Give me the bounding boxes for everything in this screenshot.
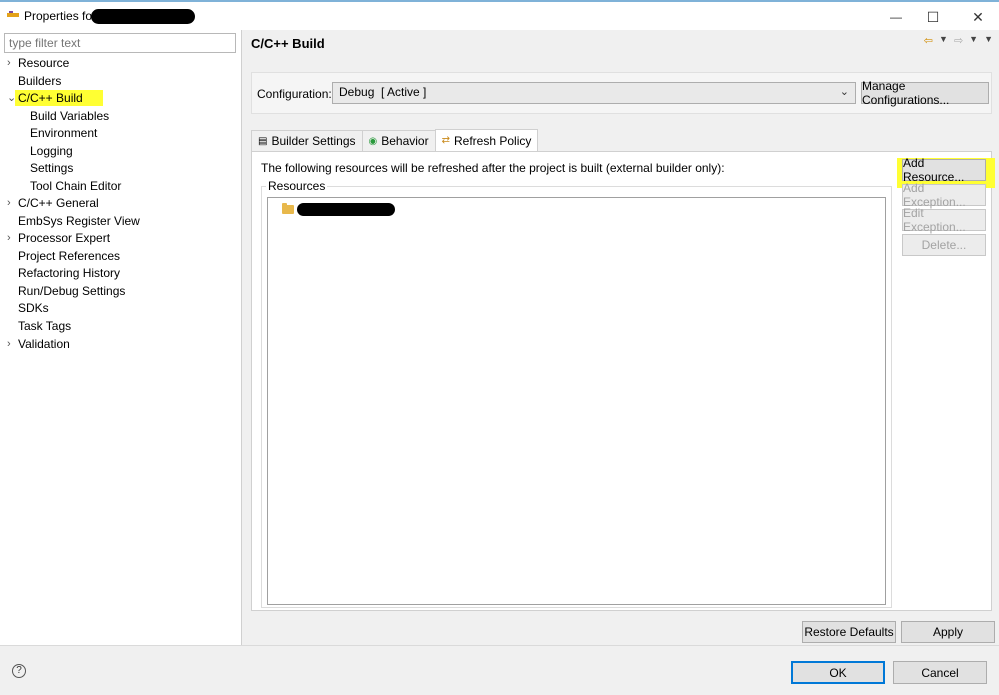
apply-button[interactable]: Apply [901, 621, 995, 643]
tab-builder-settings[interactable]: ▤ Builder Settings [251, 130, 363, 151]
add-exception-button[interactable]: Add Exception... [902, 181, 986, 209]
window-title: Properties for [24, 9, 97, 23]
redacted-project-name [91, 9, 195, 24]
configuration-select[interactable]: Debug [ Active ] ⌄ [332, 82, 856, 104]
tree-item-logging[interactable]: Logging [30, 143, 73, 160]
tree-item-run-debug-settings[interactable]: Run/Debug Settings [18, 283, 125, 300]
chevron-right-icon[interactable]: › [7, 230, 17, 247]
chevron-right-icon[interactable]: › [7, 195, 17, 212]
title-bar: Properties for — ☐ ✕ [0, 0, 999, 30]
tree-item-task-tags[interactable]: Task Tags [18, 318, 71, 335]
tree-item-embsys-register-view[interactable]: EmbSys Register View [18, 213, 140, 230]
forward-dropdown-icon[interactable]: ▼ [969, 34, 978, 47]
behavior-icon: ◉ [368, 135, 378, 147]
back-dropdown-icon[interactable]: ▼ [939, 34, 948, 47]
resources-label: Resources [266, 179, 328, 193]
forward-arrow-icon[interactable]: ⇨ [954, 34, 963, 47]
tree-item-validation[interactable]: › Validation [7, 336, 70, 353]
tree-item-cpp-general[interactable]: › C/C++ General [7, 195, 99, 212]
filter-input[interactable] [4, 33, 236, 53]
tree-item-sdks[interactable]: SDKs [18, 300, 49, 317]
edit-exception-button[interactable]: Edit Exception... [902, 206, 986, 234]
dialog-footer: ? OK Cancel [0, 645, 999, 695]
tree-item-cpp-build[interactable]: ⌄ C/C++ Build [7, 90, 103, 107]
minimize-button[interactable]: — [878, 6, 914, 28]
refresh-description: The following resources will be refreshe… [261, 161, 725, 175]
chevron-right-icon[interactable]: › [7, 55, 17, 72]
view-menu-icon[interactable]: ▼ [984, 34, 993, 47]
resources-list[interactable] [267, 197, 886, 605]
configuration-label: Configuration: [257, 87, 332, 101]
history-navigation: ⇦ ▼ ⇨ ▼ ▼ [924, 34, 993, 47]
list-item[interactable] [282, 203, 395, 216]
maximize-button[interactable]: ☐ [915, 6, 951, 28]
folder-icon [282, 203, 294, 214]
resources-group: Resources [261, 179, 892, 608]
tree-item-label-selected: C/C++ Build [15, 90, 103, 106]
refresh-policy-panel: The following resources will be refreshe… [251, 151, 995, 611]
delete-button[interactable]: Delete... [902, 234, 986, 256]
property-page: C/C++ Build ⇦ ▼ ⇨ ▼ ▼ Configuration: Deb… [243, 30, 999, 645]
tree-item-tool-chain-editor[interactable]: Tool Chain Editor [30, 178, 121, 195]
tree-item-settings[interactable]: Settings [30, 160, 73, 177]
ok-button[interactable]: OK [791, 661, 885, 684]
tab-behavior[interactable]: ◉ Behavior [361, 130, 436, 151]
manage-configurations-button[interactable]: Manage Configurations... [861, 79, 989, 107]
tree-item-resource[interactable]: › Resource [7, 55, 69, 72]
back-arrow-icon[interactable]: ⇦ [924, 34, 933, 47]
property-page-tree: › Resource Builders ⌄ C/C++ Build Build … [0, 30, 242, 645]
tree-item-build-variables[interactable]: Build Variables [30, 108, 109, 125]
eclipse-app-icon [7, 11, 19, 17]
tab-bar: ▤ Builder Settings ◉ Behavior ⇄ Refresh … [251, 129, 539, 152]
tree-item-refactoring-history[interactable]: Refactoring History [18, 265, 120, 282]
configuration-panel: Configuration: Debug [ Active ] ⌄ Manage… [251, 72, 992, 114]
tree-item-processor-expert[interactable]: › Processor Expert [7, 230, 110, 247]
chevron-right-icon[interactable]: › [7, 336, 17, 353]
tree-item-environment[interactable]: Environment [30, 125, 97, 142]
cancel-button[interactable]: Cancel [893, 661, 987, 684]
builder-settings-icon: ▤ [258, 135, 268, 147]
page-title: C/C++ Build [251, 36, 325, 51]
refresh-policy-icon: ⇄ [441, 135, 450, 146]
redacted-resource-name [297, 203, 395, 216]
configuration-value: Debug [ Active ] [339, 85, 427, 99]
tree-item-builders[interactable]: Builders [18, 73, 61, 90]
close-button[interactable]: ✕ [960, 6, 996, 28]
restore-defaults-button[interactable]: Restore Defaults [802, 621, 896, 643]
chevron-down-icon[interactable]: ⌄ [7, 90, 17, 107]
tree-item-project-references[interactable]: Project References [18, 248, 120, 265]
tab-refresh-policy[interactable]: ⇄ Refresh Policy [434, 129, 539, 151]
add-resource-button[interactable]: Add Resource... [902, 156, 986, 184]
help-icon[interactable]: ? [12, 664, 26, 678]
chevron-down-icon: ⌄ [839, 86, 849, 98]
